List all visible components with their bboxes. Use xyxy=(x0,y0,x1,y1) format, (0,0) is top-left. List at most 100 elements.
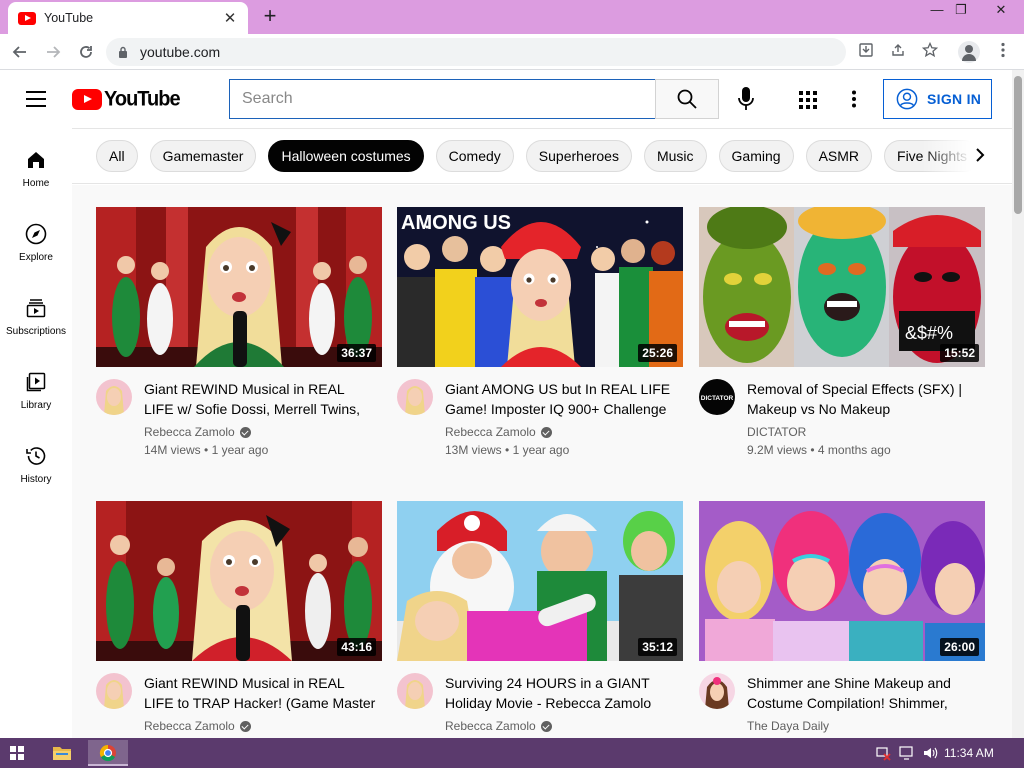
sidebar-item-subscriptions[interactable]: Subscriptions xyxy=(0,296,72,370)
video-title[interactable]: Shimmer ane Shine Makeup and Costume Com… xyxy=(747,673,979,713)
scrollbar-thumb[interactable] xyxy=(1014,76,1022,214)
video-duration: 43:16 xyxy=(337,638,376,656)
page-scrollbar[interactable] xyxy=(1012,70,1024,738)
volume-icon[interactable] xyxy=(921,744,939,762)
taskbar-clock[interactable]: 11:34 AM xyxy=(944,746,994,760)
chip-gaming[interactable]: Gaming xyxy=(718,140,794,172)
video-card[interactable]: 35:12 Surviving 24 HOURS in a GIANT Holi… xyxy=(397,501,683,738)
history-icon xyxy=(26,447,46,465)
windows-start-icon[interactable] xyxy=(10,746,24,760)
video-title[interactable]: Giant REWIND Musical in REAL LIFE w/ Sof… xyxy=(144,379,376,419)
channel-avatar[interactable] xyxy=(699,673,735,709)
network-icon[interactable] xyxy=(898,744,916,762)
forward-arrow-icon[interactable] xyxy=(41,40,65,64)
category-chip-bar: All Gamemaster Halloween costumes Comedy… xyxy=(72,128,1012,184)
upload-age: 1 year ago xyxy=(512,443,570,457)
video-title[interactable]: Surviving 24 HOURS in a GIANT Holiday Mo… xyxy=(445,673,677,713)
network-blocked-icon[interactable] xyxy=(874,744,892,762)
menu-hamburger-icon[interactable] xyxy=(26,91,46,107)
chip-halloween-costumes[interactable]: Halloween costumes xyxy=(268,140,424,172)
tab-title: YouTube xyxy=(44,11,94,25)
video-card[interactable]: 36:37 Giant REWIND Musical in REAL LIFE … xyxy=(96,207,382,477)
taskbar-file-explorer[interactable] xyxy=(42,740,82,766)
upload-age: 1 year ago xyxy=(211,443,269,457)
video-card[interactable]: 43:16 Giant REWIND Musical in REAL LIFE … xyxy=(96,501,382,738)
youtube-header: YouTube SIGN IN xyxy=(0,70,1012,128)
video-thumbnail[interactable]: &$#% 15:52 xyxy=(699,207,985,367)
view-count: 13M views xyxy=(445,443,502,457)
search-icon xyxy=(677,89,697,109)
video-title[interactable]: Giant AMONG US but In REAL LIFE Game! Im… xyxy=(445,379,677,419)
browser-tab-strip: YouTube ✕ + — ❐ ✕ xyxy=(0,0,1024,34)
video-card[interactable]: 26:00 Shimmer ane Shine Makeup and Costu… xyxy=(699,501,985,738)
back-arrow-icon[interactable] xyxy=(8,40,32,64)
browser-menu-icon[interactable] xyxy=(993,42,1013,62)
chip-scroll-right-icon[interactable] xyxy=(968,143,992,167)
video-title[interactable]: Removal of Special Effects (SFX) | Makeu… xyxy=(747,379,979,419)
verified-check-icon xyxy=(239,720,251,732)
channel-name[interactable]: Rebecca Zamolo xyxy=(445,719,552,733)
channel-avatar[interactable] xyxy=(397,673,433,709)
chip-superheroes[interactable]: Superheroes xyxy=(525,140,632,172)
channel-name-text: Rebecca Zamolo xyxy=(144,425,235,439)
upload-age: 4 months ago xyxy=(817,443,891,457)
channel-avatar[interactable] xyxy=(397,379,433,415)
video-stats: 9.2M views • 4 months ago xyxy=(747,443,891,457)
install-app-icon[interactable] xyxy=(856,42,876,62)
channel-name[interactable]: DICTATOR xyxy=(747,425,806,439)
folder-icon xyxy=(53,747,71,760)
sidebar-item-label: Library xyxy=(20,400,52,411)
channel-name[interactable]: The Daya Daily xyxy=(747,719,829,733)
video-thumbnail[interactable]: AMONG US 25:26 xyxy=(397,207,683,367)
address-url: youtube.com xyxy=(140,44,221,60)
channel-name[interactable]: Rebecca Zamolo xyxy=(144,719,251,733)
youtube-apps-grid-icon[interactable] xyxy=(797,89,817,109)
channel-avatar[interactable] xyxy=(96,379,132,415)
sidebar-item-home[interactable]: Home xyxy=(0,148,72,222)
sidebar-item-history[interactable]: History xyxy=(0,444,72,518)
channel-name[interactable]: Rebecca Zamolo xyxy=(144,425,251,439)
video-thumbnail[interactable]: 26:00 xyxy=(699,501,985,661)
sign-in-label: SIGN IN xyxy=(927,91,982,107)
chip-fade-overlay xyxy=(922,129,1012,183)
tab-close-icon[interactable]: ✕ xyxy=(222,9,238,27)
video-thumbnail[interactable]: 36:37 xyxy=(96,207,382,367)
microphone-icon xyxy=(738,87,754,110)
channel-avatar[interactable] xyxy=(96,673,132,709)
window-maximize-button[interactable]: ❐ xyxy=(944,0,978,22)
video-card[interactable]: AMONG US 25:26 Giant AMONG US but In REA xyxy=(397,207,683,477)
chip-gamemaster[interactable]: Gamemaster xyxy=(149,140,257,172)
settings-more-icon[interactable] xyxy=(846,87,862,111)
chip-all[interactable]: All xyxy=(96,140,138,172)
browser-tab-youtube[interactable]: YouTube ✕ xyxy=(8,2,248,34)
address-bar[interactable]: youtube.com xyxy=(106,38,846,66)
sidebar-item-explore[interactable]: Explore xyxy=(0,222,72,296)
channel-avatar[interactable]: DICTATOR xyxy=(699,379,735,415)
sign-in-button[interactable]: SIGN IN xyxy=(883,79,992,119)
youtube-wordmark: YouTube xyxy=(104,87,181,111)
browser-profile-icon[interactable] xyxy=(958,41,980,63)
new-tab-button[interactable]: + xyxy=(258,4,282,28)
video-thumbnail[interactable]: 43:16 xyxy=(96,501,382,661)
search-input[interactable] xyxy=(230,80,655,118)
sidebar-item-library[interactable]: Library xyxy=(0,370,72,444)
bookmark-star-icon[interactable] xyxy=(920,41,940,62)
compass-icon xyxy=(25,223,47,245)
video-thumbnail[interactable]: 35:12 xyxy=(397,501,683,661)
share-icon[interactable] xyxy=(888,42,908,62)
video-card[interactable]: &$#% 15:52 DICTATOR Removal of Special E… xyxy=(699,207,985,477)
reload-icon[interactable] xyxy=(74,40,98,64)
youtube-logo[interactable]: YouTube xyxy=(72,87,181,111)
chip-comedy[interactable]: Comedy xyxy=(435,140,514,172)
video-title[interactable]: Giant REWIND Musical in REAL LIFE to TRA… xyxy=(144,673,376,713)
chip-music[interactable]: Music xyxy=(643,140,707,172)
video-duration: 36:37 xyxy=(337,344,376,362)
search-button[interactable] xyxy=(655,79,719,119)
voice-search-button[interactable] xyxy=(733,83,759,115)
chip-asmr[interactable]: ASMR xyxy=(805,140,873,172)
channel-name[interactable]: Rebecca Zamolo xyxy=(445,425,552,439)
chrome-icon xyxy=(99,744,116,762)
taskbar-chrome[interactable] xyxy=(88,740,128,766)
video-stats: 14M views • 1 year ago xyxy=(144,443,269,457)
window-close-button[interactable]: ✕ xyxy=(978,0,1024,22)
